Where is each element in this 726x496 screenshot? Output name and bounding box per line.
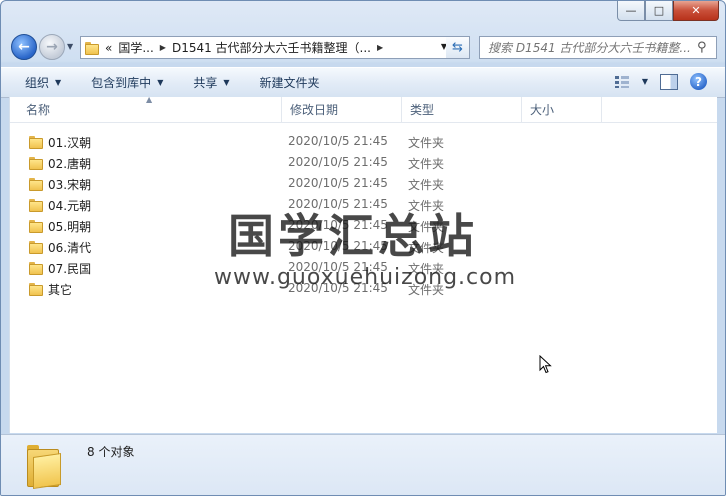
file-date: 2020/10/5 21:45 bbox=[288, 176, 388, 190]
file-name: 04.元朝 bbox=[48, 199, 92, 213]
back-arrow-icon: ← bbox=[18, 39, 30, 55]
column-header: ▲ 名称 修改日期 类型 大小 bbox=[10, 95, 717, 123]
address-segment-guoxue[interactable]: 国学... bbox=[118, 39, 153, 56]
new-folder-label: 新建文件夹 bbox=[259, 76, 320, 90]
file-name: 05.明朝 bbox=[48, 220, 92, 234]
details-pane: 8 个对象 bbox=[1, 434, 725, 495]
folder-icon bbox=[29, 219, 43, 233]
folder-icon bbox=[29, 261, 43, 275]
back-button[interactable]: ← bbox=[11, 34, 37, 60]
help-icon[interactable]: ? bbox=[690, 73, 707, 90]
forward-arrow-icon: → bbox=[46, 39, 58, 55]
file-type: 文件夹 bbox=[408, 157, 445, 171]
watermark-url: www.guoxuehuizong.com bbox=[214, 265, 517, 290]
view-options-icon[interactable] bbox=[614, 75, 630, 89]
minimize-button[interactable]: — bbox=[617, 1, 645, 21]
large-folder-icon bbox=[25, 443, 61, 489]
organize-label: 组织 bbox=[25, 76, 50, 90]
file-name: 02.唐朝 bbox=[48, 157, 92, 171]
column-type[interactable]: 类型 bbox=[402, 97, 522, 122]
file-name: 07.民国 bbox=[48, 262, 92, 276]
toolbar-right-group: ▼ ? bbox=[602, 73, 707, 90]
file-row[interactable]: 02.唐朝 2020/10/5 21:45 文件夹 bbox=[26, 152, 486, 173]
navigation-bar: ← → ▼ « 国学... ▶ D1541 古代部分大六壬书籍整理（... ▶ … bbox=[9, 33, 717, 61]
refresh-button[interactable]: ⇆ bbox=[446, 36, 470, 59]
organize-menu[interactable]: 组织 ▼ bbox=[19, 74, 67, 91]
search-icon[interactable]: ⚲ bbox=[697, 40, 707, 55]
file-name: 01.汉朝 bbox=[48, 136, 92, 150]
refresh-icon: ⇆ bbox=[452, 40, 463, 55]
file-row[interactable]: 03.宋朝 2020/10/5 21:45 文件夹 bbox=[26, 173, 486, 194]
file-name: 03.宋朝 bbox=[48, 178, 92, 192]
maximize-button[interactable]: □ bbox=[645, 1, 673, 21]
folder-icon bbox=[29, 282, 43, 296]
file-type: 文件夹 bbox=[408, 178, 445, 192]
file-name: 06.清代 bbox=[48, 241, 92, 255]
folder-icon bbox=[29, 135, 43, 149]
file-date: 2020/10/5 21:45 bbox=[288, 134, 388, 148]
include-in-library-menu[interactable]: 包含到库中 ▼ bbox=[85, 74, 169, 91]
search-input[interactable] bbox=[486, 39, 695, 56]
chevron-down-icon: ▼ bbox=[223, 78, 230, 87]
caption-buttons: — □ ✕ bbox=[617, 1, 719, 21]
search-box[interactable]: ⚲ bbox=[479, 36, 717, 59]
chevron-right-icon[interactable]: ▶ bbox=[160, 43, 166, 52]
folder-icon bbox=[29, 177, 43, 191]
folder-icon bbox=[29, 156, 43, 170]
folder-icon bbox=[29, 198, 43, 212]
address-overflow[interactable]: « bbox=[105, 41, 112, 55]
column-size[interactable]: 大小 bbox=[522, 97, 602, 122]
address-segment-current[interactable]: D1541 古代部分大六壬书籍整理（... bbox=[172, 39, 371, 56]
preview-pane-icon[interactable] bbox=[660, 73, 678, 90]
forward-button[interactable]: → bbox=[39, 34, 65, 60]
file-name: 其它 bbox=[48, 283, 73, 297]
history-dropdown-icon[interactable]: ▼ bbox=[67, 42, 73, 51]
new-folder-button[interactable]: 新建文件夹 bbox=[254, 74, 326, 91]
column-date[interactable]: 修改日期 bbox=[282, 97, 402, 122]
close-button[interactable]: ✕ bbox=[673, 1, 719, 21]
item-count: 8 个对象 bbox=[87, 445, 135, 459]
column-name[interactable]: 名称 bbox=[18, 97, 282, 122]
folder-icon bbox=[85, 41, 99, 55]
chevron-right-icon[interactable]: ▶ bbox=[377, 43, 383, 52]
share-menu[interactable]: 共享 ▼ bbox=[187, 74, 235, 91]
include-in-library-label: 包含到库中 bbox=[91, 76, 152, 90]
command-bar: 组织 ▼ 包含到库中 ▼ 共享 ▼ 新建文件夹 ▼ ? bbox=[1, 67, 725, 98]
address-bar[interactable]: « 国学... ▶ D1541 古代部分大六壬书籍整理（... ▶ ▼ bbox=[80, 36, 464, 59]
watermark-title: 国学汇总站 bbox=[228, 209, 478, 263]
chevron-down-icon: ▼ bbox=[55, 78, 62, 87]
file-row[interactable]: 01.汉朝 2020/10/5 21:45 文件夹 bbox=[26, 131, 486, 152]
folder-icon bbox=[29, 240, 43, 254]
file-type: 文件夹 bbox=[408, 136, 445, 150]
mouse-cursor-icon bbox=[539, 355, 552, 374]
view-dropdown-icon[interactable]: ▼ bbox=[642, 77, 648, 86]
chevron-down-icon: ▼ bbox=[157, 78, 164, 87]
share-label: 共享 bbox=[193, 76, 218, 90]
file-date: 2020/10/5 21:45 bbox=[288, 155, 388, 169]
